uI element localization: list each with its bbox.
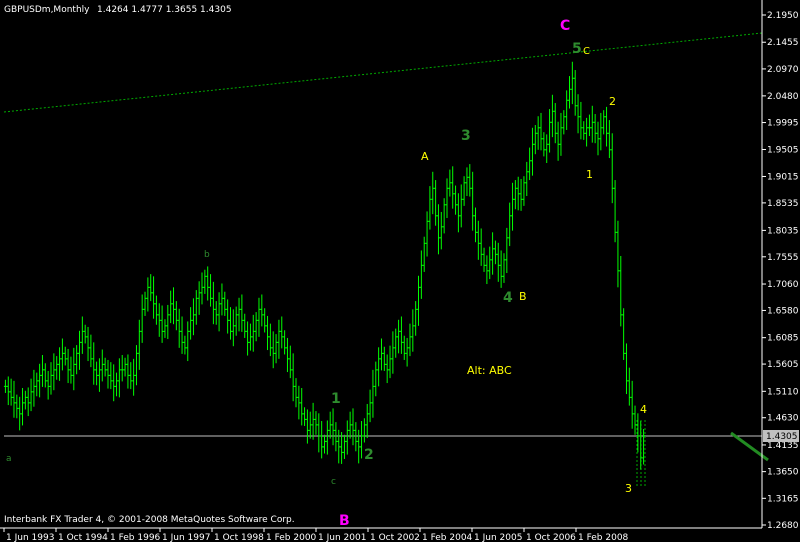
- time-tick-label: 1 Feb 2004: [422, 533, 473, 542]
- time-tick-label: 1 Jun 1993: [6, 533, 54, 542]
- price-tick-label: 1.3650: [767, 468, 799, 478]
- price-tick-label: 1.9015: [767, 172, 799, 182]
- price-tick-label: 1.8035: [767, 226, 799, 236]
- price-tick-label: 2.0970: [767, 65, 799, 75]
- time-tick-label: 1 Oct 1998: [214, 533, 264, 542]
- price-chart[interactable]: GBPUSDm,Monthly 1.4264 1.4777 1.3655 1.4…: [0, 0, 800, 542]
- wave-label-b-small: b: [204, 250, 210, 260]
- wave-label-a-small: a: [6, 454, 12, 464]
- wave-label-C-main: C: [560, 18, 570, 34]
- wave-label-2-top: 2: [609, 95, 616, 108]
- price-tick-label: 1.7060: [767, 280, 799, 290]
- time-tick-label: 1 Jun 2005: [474, 533, 522, 542]
- symbol-info: GBPUSDm,Monthly: [4, 5, 90, 15]
- time-tick-label: 1 Jun 2001: [318, 533, 366, 542]
- time-tick-label: 1 Oct 2002: [370, 533, 420, 542]
- time-tick-label: 1 Jun 1997: [162, 533, 210, 542]
- price-tick-label: 2.1950: [767, 11, 799, 21]
- time-tick-label: 1 Feb 1996: [110, 533, 161, 542]
- wave-label-B-main: B: [339, 513, 350, 529]
- price-tick-label: 1.6580: [767, 306, 799, 316]
- price-tick-label: 1.6085: [767, 334, 799, 344]
- time-tick-label: 1 Oct 1994: [58, 533, 108, 542]
- wave-label-2-low: 2: [364, 447, 374, 463]
- wave-label-4: 4: [503, 290, 513, 306]
- wave-label-3-bottom: 3: [625, 482, 632, 495]
- wave-label-3: 3: [461, 128, 471, 144]
- price-tick-label: 1.8535: [767, 199, 799, 209]
- time-tick-label: 1 Feb 2008: [578, 533, 629, 542]
- price-tick-label: 2.1455: [767, 38, 799, 48]
- time-tick-label: 1 Feb 2000: [266, 533, 317, 542]
- time-tick-label: 1 Oct 2006: [526, 533, 576, 542]
- price-tick-label: 1.2680: [767, 521, 799, 531]
- price-tick-label: 1.4135: [767, 441, 799, 451]
- wave-label-4-right: 4: [640, 403, 647, 416]
- price-tick-label: 1.5605: [767, 360, 799, 370]
- price-tick-label: 1.3165: [767, 494, 799, 504]
- ohlc-values: 1.4264 1.4777 1.3655 1.4305: [97, 5, 232, 15]
- copyright: Interbank FX Trader 4, © 2001-2008 MetaQ…: [4, 515, 295, 525]
- wave-label-1-mid: 1: [586, 168, 593, 181]
- price-tick-label: 1.7555: [767, 253, 799, 263]
- wave-label-B: B: [519, 290, 527, 303]
- wave-label-A: A: [421, 150, 429, 163]
- wave-label-c-lower: c: [331, 477, 336, 487]
- wave-label-5: 5: [572, 41, 582, 57]
- wave-label-1-low: 1: [331, 391, 341, 407]
- price-tick-label: 1.4630: [767, 414, 799, 424]
- price-tick-label: 2.0480: [767, 92, 799, 102]
- price-tick-label: 1.9505: [767, 146, 799, 156]
- current-price-label: 1.4305: [766, 432, 798, 442]
- price-tick-label: 1.5110: [767, 387, 799, 397]
- chart-background: [0, 0, 800, 542]
- alt-abc-label: Alt: ABC: [467, 364, 512, 377]
- price-tick-label: 1.9995: [767, 119, 799, 129]
- wave-label-c-small: C: [583, 46, 590, 57]
